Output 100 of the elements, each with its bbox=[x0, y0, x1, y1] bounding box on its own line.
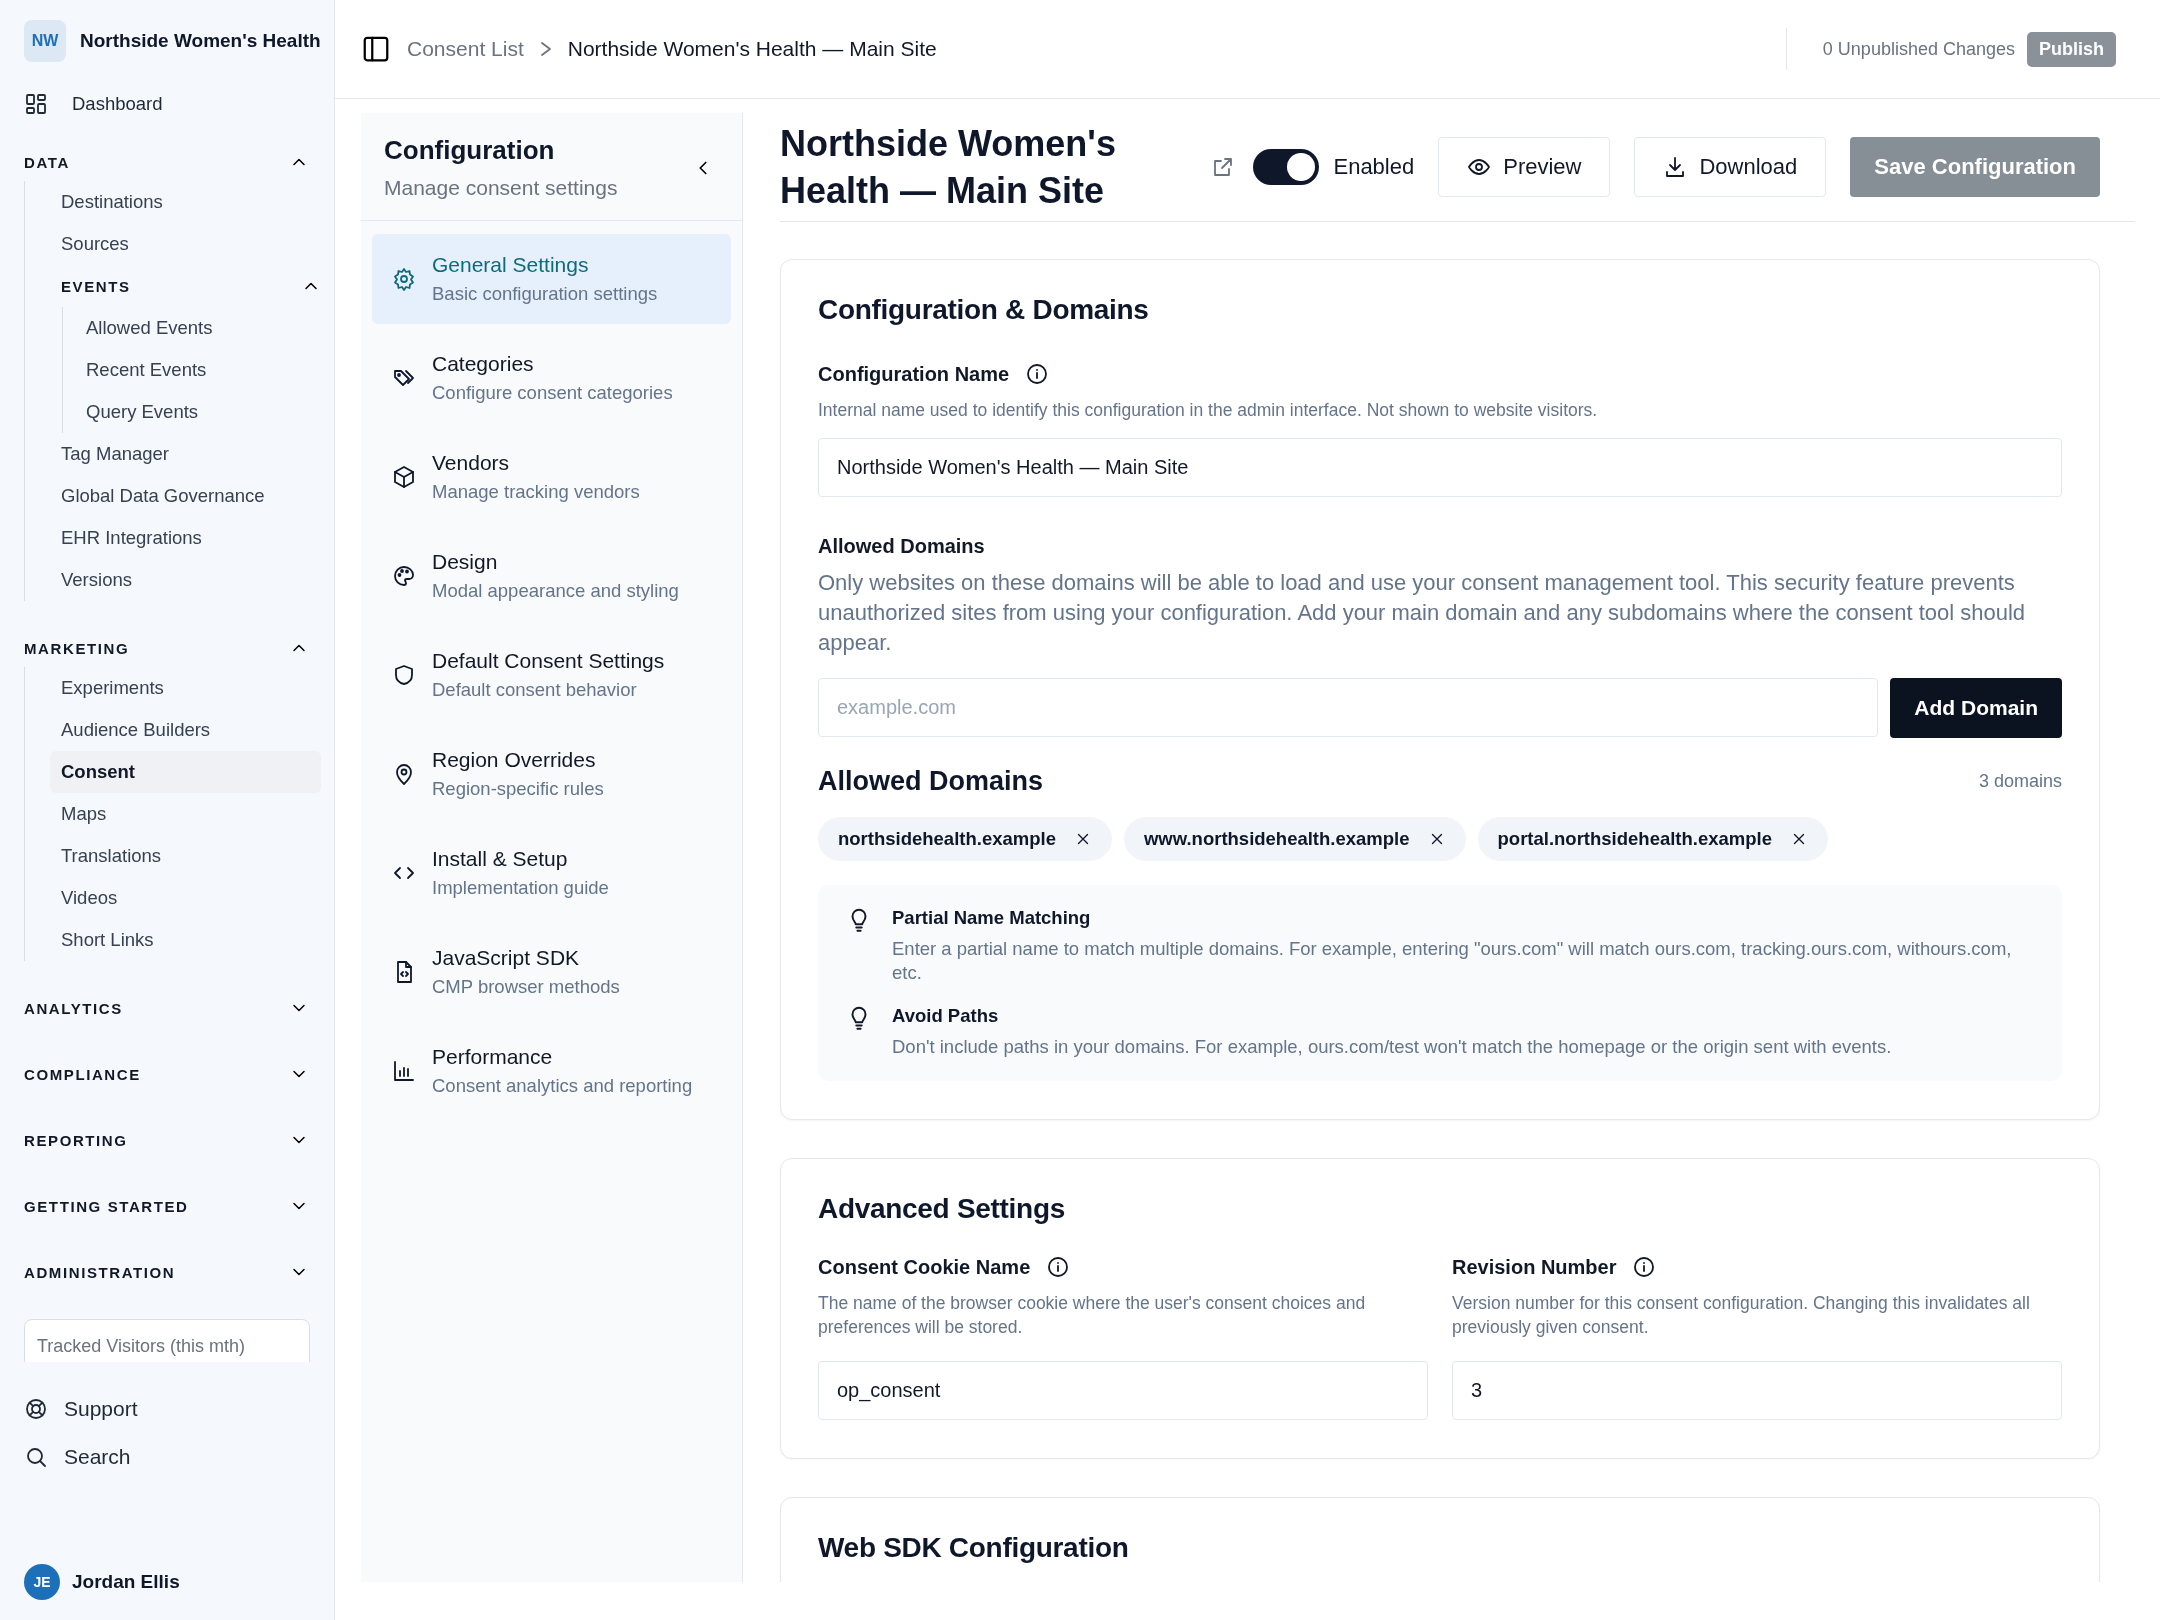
info-icon bbox=[1025, 362, 1050, 386]
user-name: Jordan Ellis bbox=[72, 1571, 180, 1593]
nav-item-description: Configure consent categories bbox=[432, 382, 673, 404]
nav-item[interactable]: Query Events bbox=[75, 391, 321, 433]
info-icon bbox=[1632, 1255, 1657, 1279]
nav-item-label: Performance bbox=[432, 1045, 554, 1069]
nav-item[interactable]: Experiments bbox=[50, 667, 321, 709]
nav-item-description: Basic configuration settings bbox=[432, 283, 658, 305]
nav-item[interactable]: Tag Manager bbox=[50, 433, 321, 475]
nav-item[interactable]: Destinations bbox=[50, 181, 321, 223]
nav-item-description: Implementation guide bbox=[432, 877, 609, 899]
field-hint: The name of the browser cookie where the user's consent choices and preferences will be stored. bbox=[818, 1292, 1367, 1339]
org-name: Northside Women's Health bbox=[80, 30, 321, 52]
tip-text: Don't include paths in your domains. For example, ours.com/test won't match the homepage or the origin sent with events. bbox=[892, 1035, 1892, 1059]
card-title: Configuration & Domains bbox=[818, 294, 1150, 326]
section-heading: Allowed Domains bbox=[818, 766, 1044, 797]
field-label: Configuration Name bbox=[818, 362, 1010, 386]
sidebar-link[interactable]: Support bbox=[24, 1385, 321, 1433]
nav-item-description: Manage tracking vendors bbox=[432, 481, 640, 503]
org-avatar: NW bbox=[24, 20, 66, 62]
config-nav-item[interactable]: Vendors Manage tracking vendors bbox=[372, 432, 731, 522]
nav-item[interactable]: Maps bbox=[50, 793, 321, 835]
grid-icon bbox=[24, 92, 48, 116]
nav-item-description: Modal appearance and styling bbox=[432, 580, 679, 602]
section-title[interactable]: ADMINISTRATION bbox=[24, 1263, 176, 1281]
lifebuoy-icon bbox=[24, 1397, 48, 1421]
field-label: Consent Cookie Name bbox=[818, 1255, 1031, 1279]
user-avatar: JE bbox=[24, 1564, 60, 1600]
section-title[interactable]: MARKETING bbox=[24, 639, 130, 657]
nav-item[interactable]: EHR Integrations bbox=[50, 517, 321, 559]
tip-title: Partial Name Matching bbox=[892, 907, 1092, 929]
domain-name: northsidehealth.example bbox=[838, 828, 1056, 850]
config-nav-item[interactable]: JavaScript SDK CMP browser methods bbox=[372, 927, 731, 1017]
nav-item-label: Vendors bbox=[432, 451, 511, 475]
dashboard-link[interactable]: Dashboard bbox=[24, 83, 321, 125]
page-title: Northside Women's Health — Main Site bbox=[780, 122, 1117, 213]
section-title[interactable]: REPORTING bbox=[24, 1131, 128, 1149]
nav-item[interactable]: Sources bbox=[50, 223, 321, 265]
sidebar-link[interactable]: Search bbox=[24, 1433, 321, 1481]
field-hint: Version number for this consent configuration. Changing this invalidates all previously given consent. bbox=[1452, 1292, 2031, 1339]
nav-item[interactable]: Recent Events bbox=[75, 349, 321, 391]
domain-name: www.northsidehealth.example bbox=[1143, 828, 1410, 850]
toggle-switch[interactable] bbox=[1253, 149, 1320, 185]
panel-title: Configuration bbox=[384, 135, 556, 166]
sidebar-toggle-icon[interactable] bbox=[361, 34, 391, 64]
nav-item-label: Categories bbox=[432, 352, 535, 376]
nav-item-description: CMP browser methods bbox=[432, 976, 620, 998]
nav-group-title[interactable]: EVENTS bbox=[61, 277, 131, 295]
toggle-label: Enabled bbox=[1333, 154, 1415, 180]
config-nav-item[interactable]: Design Modal appearance and styling bbox=[372, 531, 731, 621]
text-field[interactable]: Northside Women's Health — Main Site bbox=[818, 438, 2062, 497]
chevron-icon bbox=[539, 41, 552, 57]
preview-button[interactable]: Preview bbox=[1438, 137, 1611, 197]
nav-item-description: Consent analytics and reporting bbox=[432, 1075, 693, 1097]
section-title[interactable]: GETTING STARTED bbox=[24, 1197, 189, 1215]
nav-item[interactable]: Short Links bbox=[50, 919, 321, 961]
shield-icon bbox=[392, 663, 416, 687]
config-nav-item[interactable]: Categories Configure consent categories bbox=[372, 333, 731, 423]
breadcrumb-link[interactable]: Consent List bbox=[407, 37, 524, 61]
card-title: Web SDK Configuration bbox=[818, 1532, 1130, 1564]
nav-item[interactable]: Translations bbox=[50, 835, 321, 877]
nav-item[interactable]: Consent bbox=[50, 751, 321, 793]
nav-item-label: Default Consent Settings bbox=[432, 649, 665, 673]
usage-label: Tracked Visitors (this mth) bbox=[37, 1336, 246, 1356]
nav-item-label: JavaScript SDK bbox=[432, 946, 581, 970]
nav-item-label: Region Overrides bbox=[432, 748, 597, 772]
unpublished-count: 0 Unpublished Changes bbox=[1822, 38, 2015, 60]
palette-icon bbox=[392, 564, 416, 588]
config-nav-item[interactable]: Install & Setup Implementation guide bbox=[372, 828, 731, 918]
nav-item[interactable]: Videos bbox=[50, 877, 321, 919]
tip-title: Avoid Paths bbox=[892, 1005, 1000, 1027]
nav-item[interactable]: Global Data Governance bbox=[50, 475, 321, 517]
bar-chart-icon bbox=[392, 1059, 416, 1083]
nav-item[interactable]: Versions bbox=[50, 559, 321, 601]
text-field[interactable]: 3 bbox=[1452, 1361, 2062, 1420]
section-title[interactable]: ANALYTICS bbox=[24, 999, 123, 1017]
nav-item-description: Default consent behavior bbox=[432, 679, 638, 701]
nav-item[interactable]: Audience Builders bbox=[50, 709, 321, 751]
add-domain-button[interactable]: Add Domain bbox=[1890, 678, 2062, 738]
section-title[interactable]: COMPLIANCE bbox=[24, 1065, 141, 1083]
cube-icon bbox=[392, 465, 416, 489]
field-label: Allowed Domains bbox=[818, 535, 985, 558]
download-button[interactable]: Download bbox=[1634, 137, 1827, 197]
gear-icon bbox=[392, 267, 416, 291]
config-nav-item[interactable]: Performance Consent analytics and reporting bbox=[372, 1026, 731, 1116]
config-nav-item[interactable]: Default Consent Settings Default consent behavior bbox=[372, 630, 731, 720]
text-field[interactable]: op_consent bbox=[818, 1361, 1428, 1420]
config-nav-item[interactable]: General Settings Basic configuration settings bbox=[372, 234, 731, 324]
config-nav-item[interactable]: Region Overrides Region-specific rules bbox=[372, 729, 731, 819]
nav-item[interactable]: Allowed Events bbox=[75, 307, 321, 349]
field-hint: Internal name used to identify this configuration in the admin interface. Not shown to website visitors. bbox=[818, 399, 1599, 422]
nav-item-description: Region-specific rules bbox=[432, 778, 604, 800]
tip-text: Enter a partial name to match multiple domains. For example, entering "ours.com" will match ours.com, tracking.ours.com, withours.com, etc. bbox=[892, 937, 2013, 985]
domain-name: portal.northsidehealth.example bbox=[1497, 828, 1772, 850]
field-label: Revision Number bbox=[1452, 1255, 1617, 1279]
section-title[interactable]: DATA bbox=[24, 153, 70, 171]
info-icon bbox=[1046, 1255, 1071, 1279]
nav-item-label: General Settings bbox=[432, 253, 590, 277]
panel-subtitle: Manage consent settings bbox=[384, 176, 618, 200]
domain-field[interactable]: example.com bbox=[818, 678, 1879, 737]
